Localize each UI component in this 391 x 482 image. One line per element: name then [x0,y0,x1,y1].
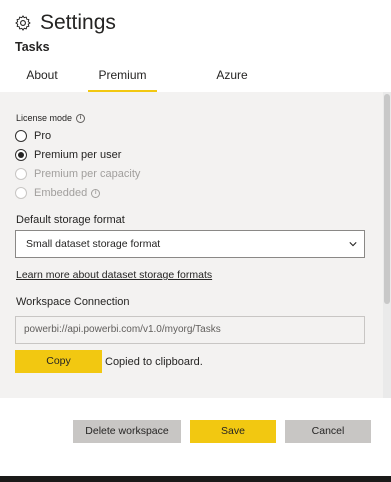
radio-pro[interactable]: Pro [15,128,51,144]
license-mode-text: License mode [16,113,73,123]
footer: Delete workspace Save Cancel [0,398,391,476]
radio-label-embedded: Embedded [34,187,88,199]
radio-button[interactable] [15,130,27,142]
tab-premium[interactable]: Premium [88,62,157,92]
settings-page: Settings Tasks About Premium Azure conne… [0,0,391,482]
radio-button-disabled [15,187,27,199]
gear-icon [15,15,31,31]
radio-label-pro: Pro [34,130,52,142]
title-row: Settings [14,10,116,36]
license-mode-label: License mode i [16,113,86,123]
info-icon: i [76,113,86,123]
radio-label-premium-per-user: Premium per user [34,149,122,161]
info-icon: i [91,188,101,198]
premium-panel: License mode i Pro Premium per user Prem… [0,92,391,398]
workspace-name: Tasks [15,40,50,54]
tab-bar: About Premium Azure connections [0,62,391,108]
save-button[interactable]: Save [190,420,276,443]
radio-button-checked[interactable] [15,149,27,161]
delete-workspace-button[interactable]: Delete workspace [73,420,181,443]
workspace-connection-field[interactable]: powerbi://api.powerbi.com/v1.0/myorg/Tas… [15,316,365,344]
tab-azure-connections[interactable]: Azure connections [183,62,281,108]
learn-more-link[interactable]: Learn more about dataset storage formats [16,269,212,281]
settings-header: Settings Tasks About Premium Azure conne… [0,0,391,108]
radio-embedded: Embedded i [15,185,101,201]
radio-premium-per-user[interactable]: Premium per user [15,147,121,163]
chevron-down-icon [349,242,357,247]
radio-button-disabled [15,168,27,180]
storage-format-label: Default storage format [16,214,125,226]
page-title: Settings [40,11,116,34]
storage-format-select[interactable]: Small dataset storage format [15,230,365,258]
storage-format-value: Small dataset storage format [26,238,161,250]
radio-label-premium-per-capacity: Premium per capacity [34,168,141,180]
cancel-button[interactable]: Cancel [285,420,371,443]
copied-message: Copied to clipboard. [105,356,203,368]
radio-premium-per-capacity: Premium per capacity [15,166,140,182]
tab-about[interactable]: About [22,62,62,92]
bottom-edge [0,476,391,482]
workspace-connection-label: Workspace Connection [16,296,130,308]
copy-button[interactable]: Copy [15,350,102,373]
